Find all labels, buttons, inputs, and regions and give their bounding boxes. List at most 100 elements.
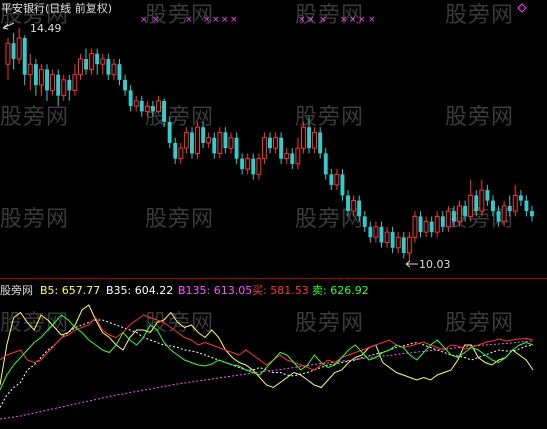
candle-body: [295, 147, 301, 165]
candle-body: [474, 195, 479, 212]
candle-body: [524, 200, 529, 212]
watermark: 股旁网: [0, 207, 69, 232]
signal-x-icon: ×: [340, 15, 348, 25]
candle-body: [100, 58, 106, 65]
high-price-label: 14.49: [30, 22, 62, 35]
candle-body: [178, 147, 184, 160]
candle-body: [39, 68, 44, 86]
signal-x-icon: ×: [349, 15, 357, 25]
signal-x-icon: ×: [212, 15, 220, 25]
watermark: 股旁网: [445, 105, 514, 130]
candle-body: [485, 190, 490, 201]
candle-body: [11, 43, 16, 59]
candle-body: [445, 210, 451, 228]
candle-body: [373, 226, 379, 238]
signal-x-icon: ×: [203, 15, 211, 25]
candle-body: [290, 153, 295, 164]
watermark: 股旁网: [445, 311, 514, 336]
candle-body: [351, 200, 357, 212]
candle-body: [390, 232, 395, 248]
candle-body: [234, 137, 239, 159]
candle-body: [84, 59, 88, 70]
candle-body: [245, 158, 251, 170]
candle-body: [183, 131, 189, 149]
candle-body: [362, 216, 367, 227]
stock-chart: 股旁网 股旁网 股旁网 股旁网 股旁网 股旁网 股旁网 股旁网 股旁网 股旁网 …: [0, 0, 547, 425]
candle-body: [45, 69, 49, 91]
candle-body: [457, 205, 463, 223]
signal-x-icon: ×: [307, 15, 315, 25]
indicator-legend: 股旁网 B5: 657.77 B35: 604.22 B135: 613.05 …: [0, 283, 369, 297]
candle-body: [429, 221, 434, 233]
candle-body: [501, 205, 507, 223]
candle-body: [56, 74, 61, 96]
candle-body: [452, 211, 456, 222]
watermark: 股旁网: [295, 105, 364, 130]
signal-x-icon: ×: [358, 15, 366, 25]
candle-body: [206, 137, 212, 144]
candle-body: [334, 173, 340, 186]
candle-body: [5, 42, 11, 65]
candle-body: [530, 211, 534, 217]
signal-x-icon: ×: [230, 15, 238, 25]
candle: [195, 121, 201, 159]
candle-body: [368, 226, 373, 238]
candle-body: [33, 64, 38, 86]
candle-body: [384, 231, 390, 244]
candle-body: [156, 100, 162, 112]
candle-body: [418, 216, 423, 233]
candle-body: [273, 137, 279, 149]
signal-x-icon: ×: [140, 15, 148, 25]
chart-canvas: 股旁网 股旁网 股旁网 股旁网 股旁网 股旁网 股旁网 股旁网 股旁网 股旁网 …: [0, 0, 547, 425]
candle-body: [67, 79, 72, 91]
signal-x-icon: ×: [298, 15, 306, 25]
watermark: 股旁网: [445, 3, 514, 28]
candle-body: [507, 205, 512, 212]
candle-body: [518, 195, 523, 201]
legend-b5: B5: 657.77: [40, 284, 100, 297]
candle-body: [268, 137, 272, 149]
candle-body: [401, 237, 406, 253]
candle-body: [22, 38, 27, 75]
candle-body: [228, 137, 234, 149]
candle-body: [27, 63, 33, 76]
watermark: 股旁网: [295, 311, 364, 336]
candle-body: [491, 200, 495, 212]
signal-x-icon: ×: [221, 15, 229, 25]
watermark: 股旁网: [145, 105, 214, 130]
candle-body: [357, 200, 362, 217]
signal-x-icon: ×: [368, 15, 376, 25]
candle-body: [217, 131, 223, 154]
candle-body: [307, 127, 311, 149]
candle-body: [346, 195, 350, 212]
candle-body: [463, 205, 468, 217]
candle-body: [395, 236, 401, 249]
candle-body: [201, 127, 206, 143]
low-price-label: 10.03: [419, 258, 451, 271]
signal-x-icon: ×: [152, 15, 160, 25]
candle-body: [479, 189, 485, 212]
candle-body: [167, 121, 172, 143]
candle-body: [318, 132, 323, 154]
candle-body: [284, 152, 290, 160]
candle-body: [151, 106, 155, 112]
candle-body: [223, 132, 228, 149]
candle-body: [144, 105, 150, 112]
candle-body: [61, 79, 67, 97]
candle-body: [406, 236, 412, 254]
candle-body: [240, 158, 245, 170]
candle-body: [279, 137, 284, 159]
candle-body: [78, 58, 83, 76]
candle-body: [111, 63, 117, 76]
signal-x-icon: ×: [319, 15, 327, 25]
candle-body: [139, 100, 144, 112]
legend-buy: 买: 581.53: [252, 284, 309, 297]
candle-body: [212, 137, 217, 154]
candle-body: [312, 131, 318, 149]
candle-body: [379, 226, 384, 243]
watermark: 股旁网: [145, 207, 214, 232]
candle-body: [251, 158, 256, 175]
candle-body: [434, 215, 440, 233]
candle-body: [133, 100, 139, 107]
legend-b35: B35: 604.22: [106, 284, 173, 297]
